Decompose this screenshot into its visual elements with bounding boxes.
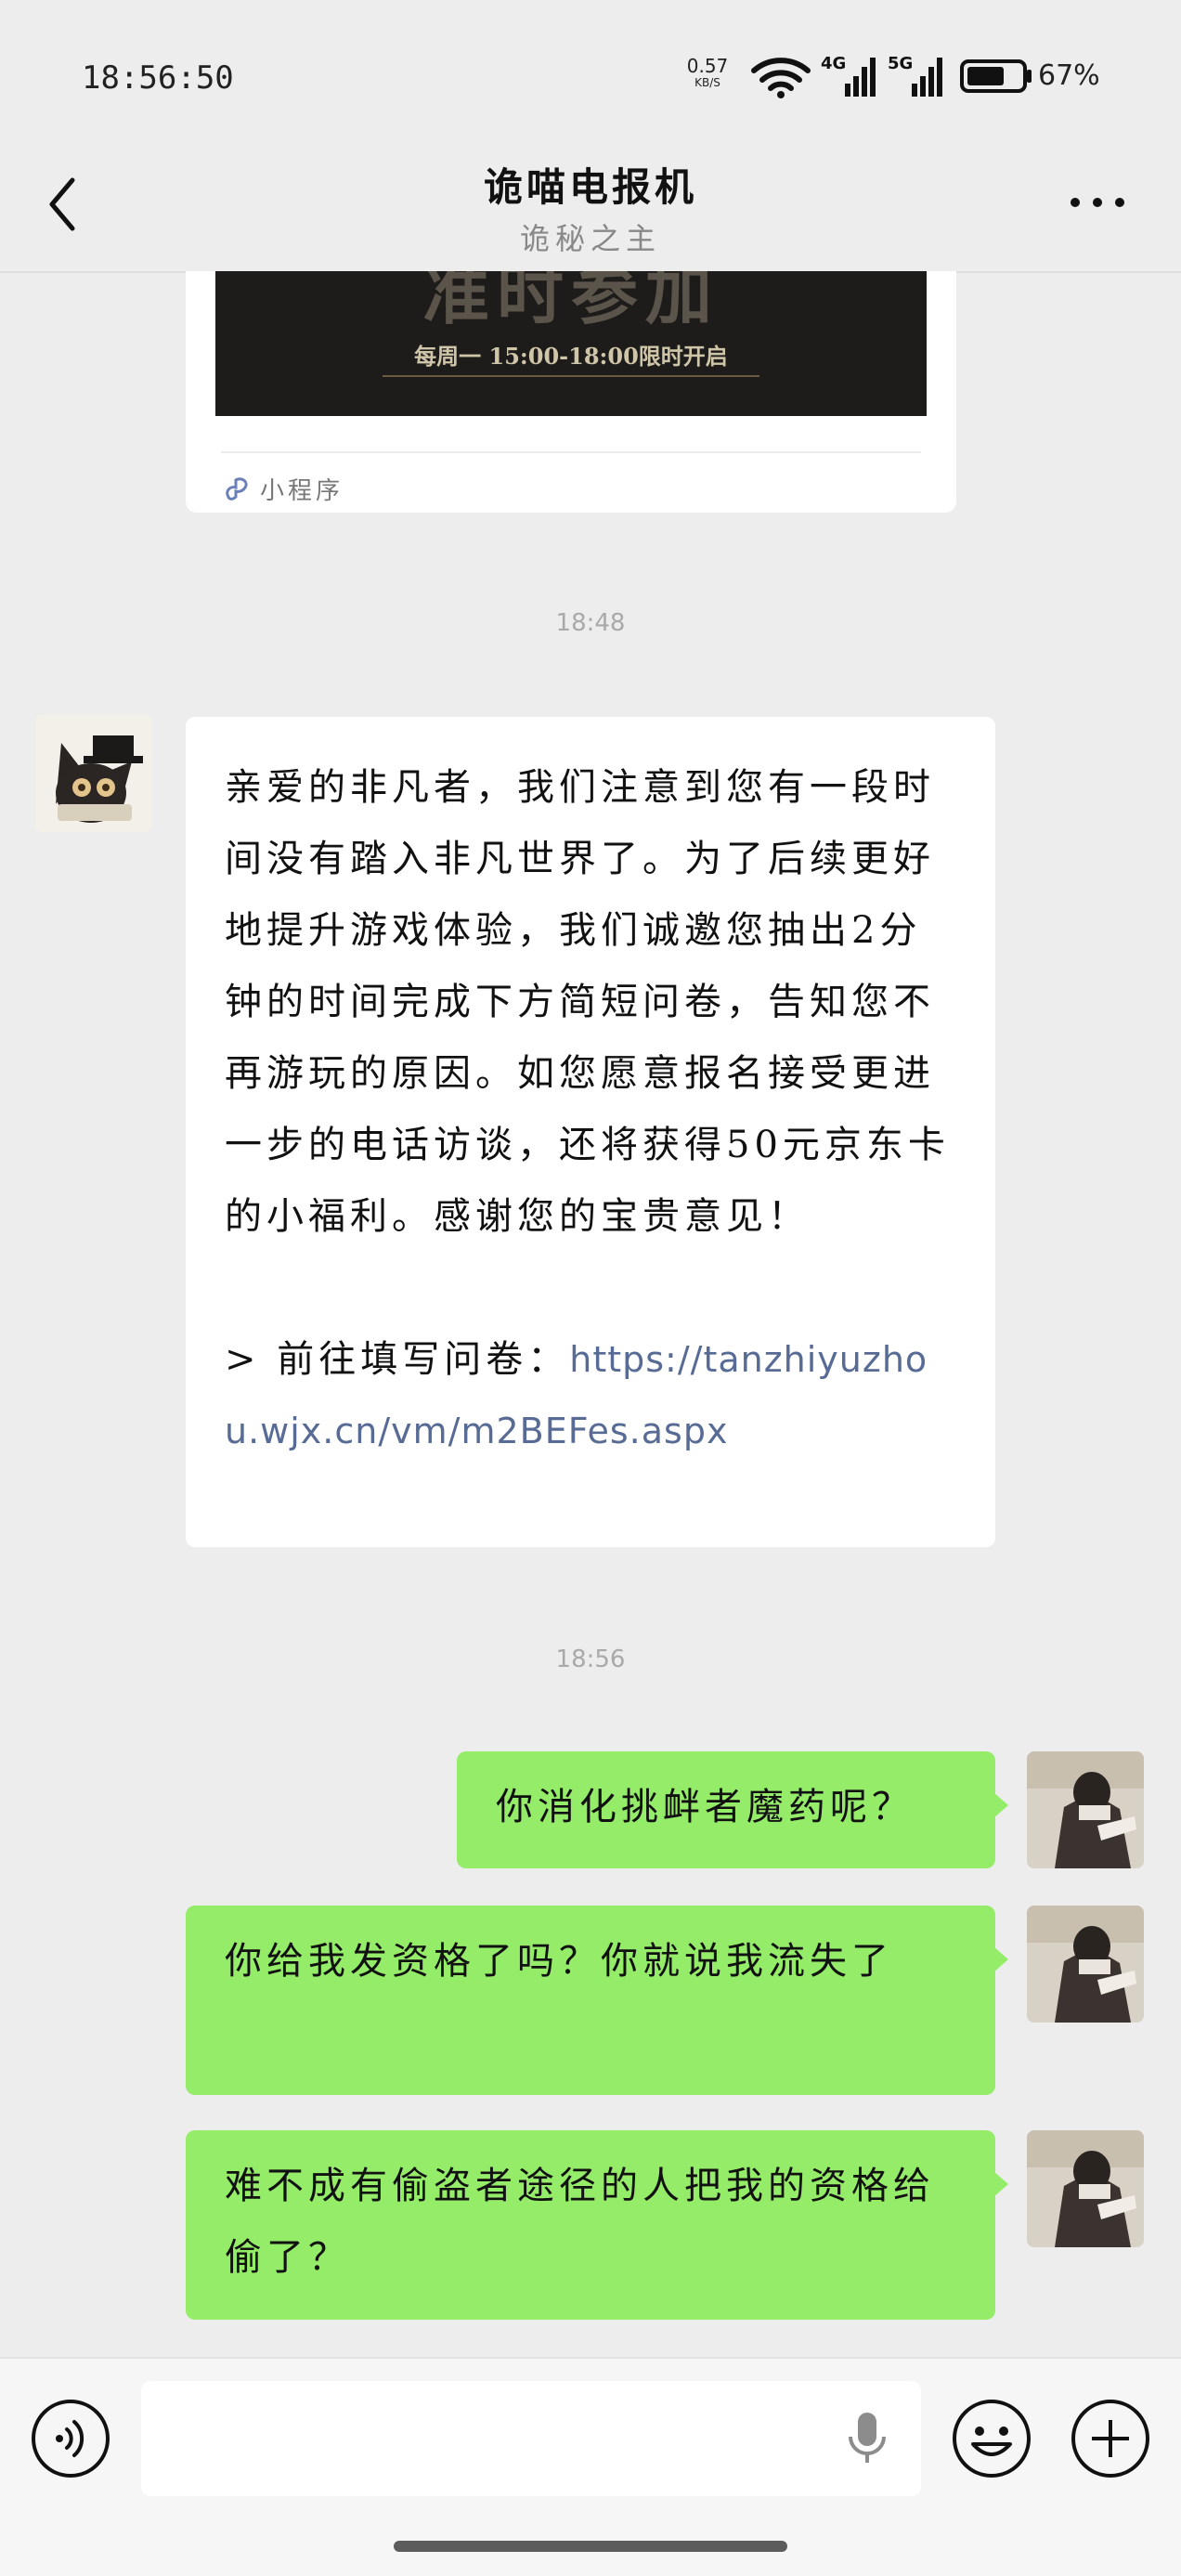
card-divider (221, 451, 921, 453)
outgoing-message-text: 你给我发资格了吗？你就说我流失了 (225, 1940, 893, 1983)
survey-link-prefix: > 前往填写问卷： (225, 1338, 570, 1381)
more-icon[interactable] (1070, 197, 1125, 208)
signal-5g-icon: 5G (888, 54, 942, 97)
mini-program-label: 小程序 (260, 476, 344, 505)
outgoing-message-text: 难不成有偷盗者途径的人把我的资格给偷了？ (225, 2165, 935, 2279)
sender-avatar[interactable] (35, 715, 152, 832)
user-avatar[interactable] (1027, 1751, 1144, 1868)
banner-divider (383, 375, 759, 377)
incoming-message-bubble[interactable]: 亲爱的非凡者，我们注意到您有一段时间没有踏入非凡世界了。为了后续更好地提升游戏体… (186, 717, 995, 1547)
signal-5g-label: 5G (888, 54, 913, 73)
emoji-icon[interactable] (951, 2398, 1032, 2479)
outgoing-message-bubble[interactable]: 你消化挑衅者魔药呢？ (457, 1751, 1008, 1868)
signal-4g-icon: 4G (821, 54, 876, 97)
outgoing-message-text: 你消化挑衅者魔药呢？ (496, 1786, 914, 1828)
signal-4g-label: 4G (821, 54, 846, 73)
network-speed-value: 0.57 (686, 55, 729, 77)
incoming-message-text: 亲爱的非凡者，我们注意到您有一段时间没有踏入非凡世界了。为了后续更好地提升游戏体… (225, 766, 950, 1238)
mini-program-icon (226, 477, 248, 501)
survey-link-row: > 前往填写问卷：https://tanzhiyuzhou.wjx.cn/vm/… (225, 1324, 962, 1467)
banner-caption: 每周一 15:00-18:00限时开启 (414, 343, 728, 370)
mini-program-label-row: 小程序 (223, 468, 344, 509)
banner-title: 准时参加 (422, 271, 720, 333)
plus-icon[interactable] (1070, 2398, 1151, 2479)
mini-program-card[interactable]: 准时参加 每周一 15:00-18:00限时开启 小程序 (186, 271, 956, 513)
status-time: 18:56:50 (82, 59, 234, 97)
message-input[interactable] (141, 2381, 921, 2496)
cat-avatar-icon (35, 715, 152, 832)
chat-subtitle: 诡秘之主 (519, 221, 661, 256)
user-avatar[interactable] (1027, 1906, 1144, 2023)
chat-title: 诡喵电报机 (483, 164, 697, 210)
input-bar (0, 2357, 1181, 2576)
battery-icon (960, 59, 1032, 93)
mic-icon[interactable] (843, 2409, 891, 2468)
wifi-icon (751, 58, 811, 98)
timestamp: 18:48 (555, 609, 626, 637)
outgoing-message-bubble[interactable]: 难不成有偷盗者途径的人把我的资格给偷了？ (186, 2130, 1008, 2320)
user-avatar-image (1027, 1906, 1144, 2023)
timestamp: 18:56 (555, 1646, 626, 1673)
user-avatar-image (1027, 2130, 1144, 2247)
user-avatar-image (1027, 1751, 1144, 1868)
chat-header: 诡喵电报机 诡秘之主 (0, 139, 1181, 273)
status-bar: 18:56:50 0.57 KB/S 4G 5G 67% (0, 0, 1181, 139)
voice-icon[interactable] (30, 2398, 111, 2479)
user-avatar[interactable] (1027, 2130, 1144, 2247)
mini-program-banner: 准时参加 每周一 15:00-18:00限时开启 (215, 271, 927, 416)
network-speed: 0.57 KB/S (683, 55, 732, 91)
battery-percentage: 67% (1038, 59, 1100, 92)
home-indicator[interactable] (394, 2541, 787, 2552)
outgoing-message-bubble[interactable]: 你给我发资格了吗？你就说我流失了 (186, 1906, 1008, 2095)
